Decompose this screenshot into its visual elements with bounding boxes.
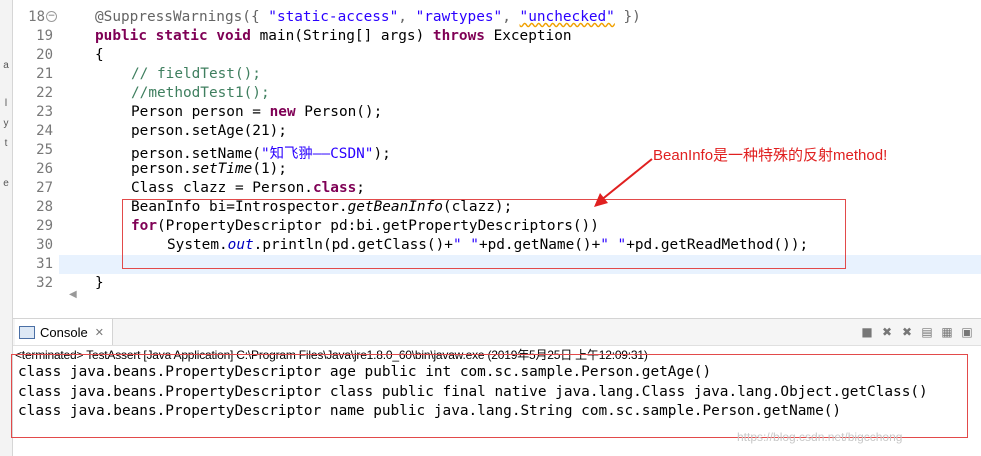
code-token: @SuppressWarnings({ [95,9,269,25]
line-number: 29 [36,218,53,234]
clear-console-icon[interactable]: ▦ [939,324,955,340]
horizontal-scrollbar[interactable]: ◀ [59,289,981,302]
strip-mark: y [3,118,9,129]
code-token: Person(); [295,104,383,120]
code-token: }) [614,9,641,25]
code-line[interactable]: person.setAge(21); [131,123,287,139]
console-icon [19,325,35,339]
code-line[interactable]: } [95,275,104,291]
pin-icon[interactable]: ▣ [959,324,975,340]
code-token: ); [373,146,391,162]
remove-all-icon[interactable]: ✖ [899,324,915,340]
code-line[interactable]: public static void main(String[] args) t… [95,28,572,44]
code-line[interactable]: @SuppressWarnings({ "static-access", "ra… [95,9,641,25]
highlight-box-code [122,199,846,269]
code-token: void [216,28,251,44]
tab-console[interactable]: Console ✕ [15,319,113,345]
fold-collapse-icon[interactable]: − [46,11,57,22]
strip-mark: a [3,60,9,71]
line-number: 27 [36,180,53,196]
code-token: Exception [484,28,572,44]
code-token: (1); [252,161,287,177]
console-output-line: class java.beans.PropertyDescriptor age … [18,364,712,380]
console-output-line: class java.beans.PropertyDescriptor name… [18,403,842,419]
code-token: { [95,47,104,63]
console-toolbar: ■ ✖ ✖ ▤ ▦ ▣ [859,324,975,340]
line-number: 24 [36,123,53,139]
code-token: "rawtypes" [415,9,503,25]
code-line[interactable]: Class clazz = Person.class; [131,180,365,196]
strip-mark: l [4,98,8,109]
console-view-header: Console ✕ ■ ✖ ✖ ▤ ▦ ▣ [13,318,981,346]
strip-mark: e [3,178,9,189]
close-icon[interactable]: ✕ [95,326,104,339]
code-line[interactable]: //methodTest1(); [131,85,270,101]
terminate-icon[interactable]: ■ [859,324,875,340]
console-output-line: class java.beans.PropertyDescriptor clas… [18,383,928,400]
code-token: ; [356,180,365,196]
code-token: , [502,9,520,25]
code-token: //methodTest1(); [131,85,270,101]
code-token: setTime [191,161,253,177]
code-line[interactable]: Person person = new Person(); [131,104,382,120]
line-number: 28 [36,199,53,215]
line-number: 22 [36,85,53,101]
watermark: https://blog.csdn.net/bigcchong [737,430,903,444]
code-token: person. [131,161,192,177]
strip-mark: t [4,138,8,149]
code-token: } [95,275,104,291]
code-token: Class clazz = Person. [131,180,313,196]
line-number: 23 [36,104,53,120]
line-number: 20 [36,47,53,63]
line-number: 25 [36,142,53,158]
line-number-gutter: − 18 19 20 21 22 23 24 25 26 27 28 29 30 31 32 [13,0,59,302]
code-token: "static-access" [268,9,399,25]
code-line[interactable]: person.setName("知飞翀——CSDN"); [131,142,391,163]
code-token: public [95,28,147,44]
annotation-text: BeanInfo是一种特殊的反射method! [653,147,888,164]
scroll-lock-icon[interactable]: ▤ [919,324,935,340]
line-number: 21 [36,66,53,82]
code-token: // fieldTest(); [131,66,261,82]
code-token: throws [432,28,485,44]
code-token: main(String[] args) [250,28,433,44]
code-line[interactable]: // fieldTest(); [131,66,261,82]
line-number: 30 [36,237,53,253]
line-number: 19 [36,28,53,44]
code-token: , [398,9,416,25]
line-number: 32 [36,275,53,291]
line-number: 26 [36,161,53,177]
line-number: 18 [28,9,45,25]
code-token: class [312,180,357,196]
code-token: Person person = [131,104,270,120]
code-token: person.setName( [131,146,261,162]
line-number: 31 [36,256,53,272]
code-token: static [155,28,208,44]
annotation-arrow-icon [594,158,653,207]
code-line[interactable]: person.setTime(1); [131,161,287,177]
console-tab-label: Console [40,324,88,340]
code-token: person.setAge(21); [131,123,287,139]
code-token: new [269,104,296,120]
remove-launch-icon[interactable]: ✖ [879,324,895,340]
code-token: "unchecked" [519,9,615,25]
scroll-left-icon[interactable]: ◀ [69,289,77,300]
code-token: "知飞翀——CSDN" [260,146,374,162]
code-line[interactable]: { [95,47,104,63]
